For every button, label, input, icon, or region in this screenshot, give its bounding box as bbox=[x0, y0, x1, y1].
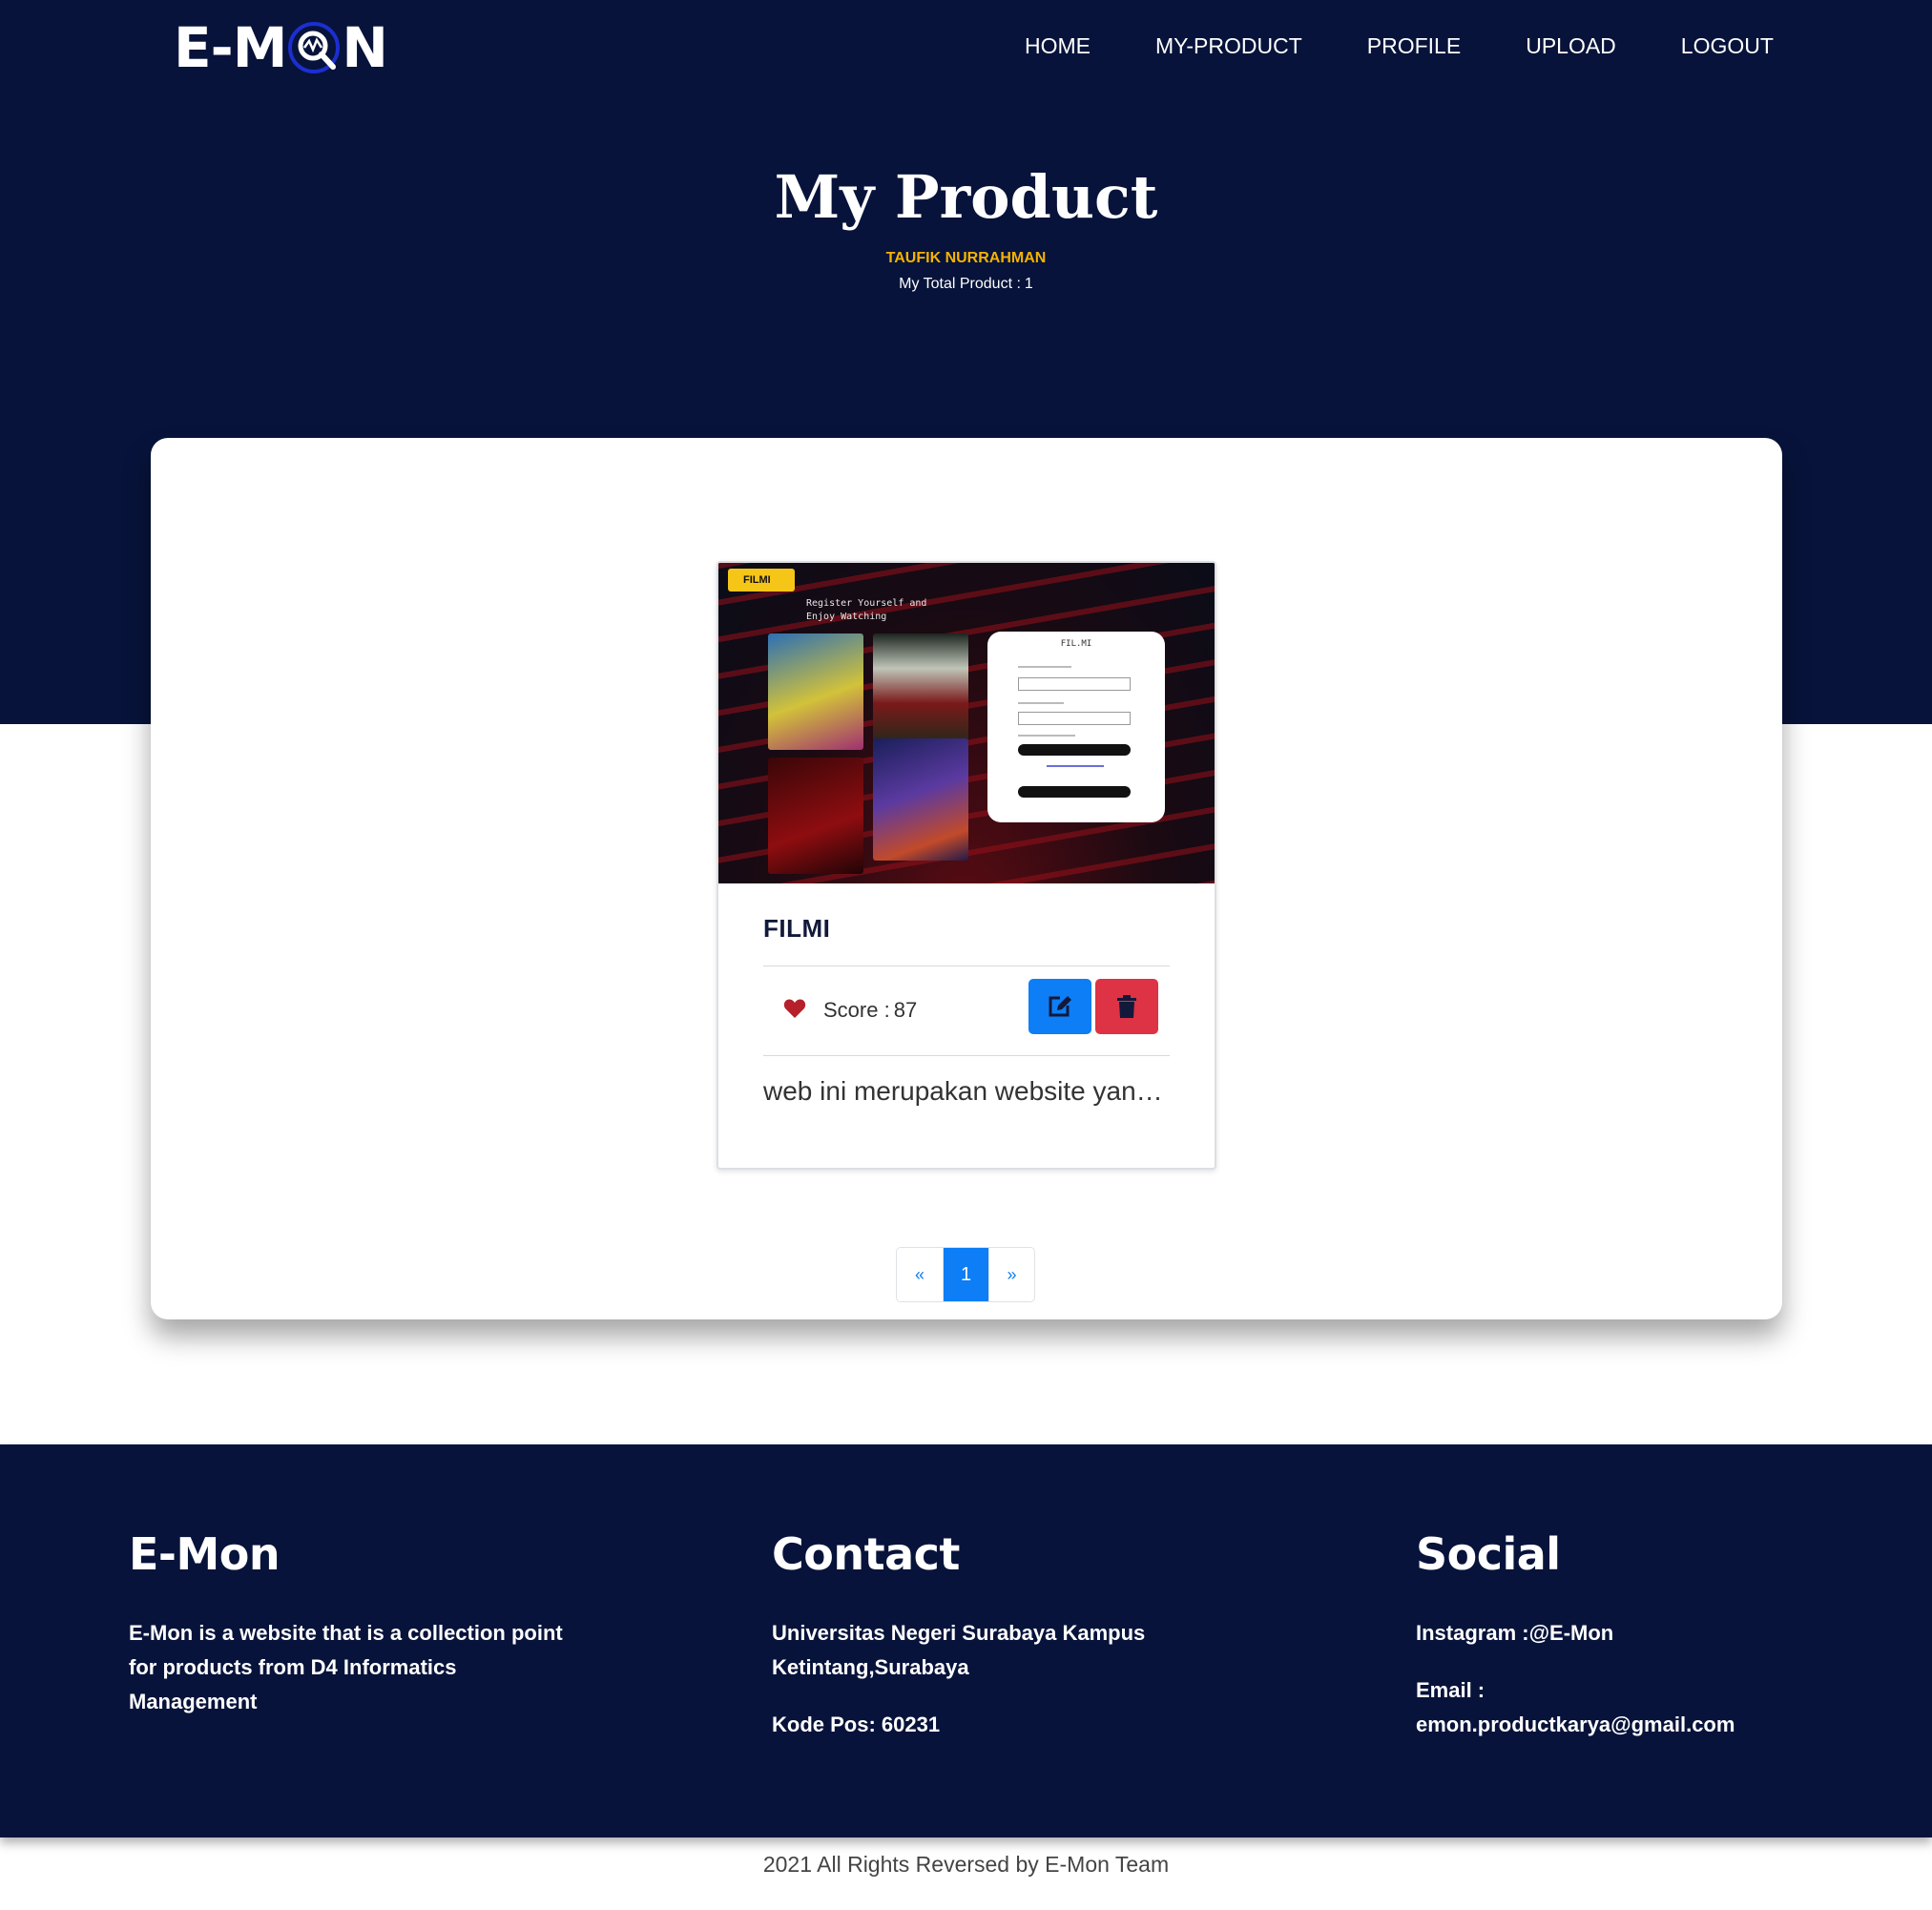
divider bbox=[763, 1055, 1170, 1056]
logo[interactable]: E-M N bbox=[174, 15, 388, 80]
form-link-line bbox=[1047, 765, 1104, 767]
nav-profile[interactable]: PROFILE bbox=[1335, 29, 1493, 63]
divider bbox=[763, 965, 1170, 966]
pagination-page-1[interactable]: 1 bbox=[943, 1248, 988, 1301]
total-label: My Total Product : bbox=[899, 276, 1021, 292]
movie-poster bbox=[768, 633, 863, 750]
thumbnail-tagline: Register Yourself and Enjoy Watching bbox=[806, 598, 927, 622]
pagination-prev[interactable]: « bbox=[897, 1248, 943, 1301]
logo-text-left: E-M bbox=[174, 15, 287, 80]
delete-button[interactable] bbox=[1095, 979, 1158, 1034]
footer-contact-heading: Contact bbox=[772, 1528, 960, 1580]
nav-home[interactable]: HOME bbox=[992, 29, 1123, 63]
form-button bbox=[1018, 744, 1131, 756]
form-field bbox=[1018, 677, 1131, 691]
footer-postal-code: Kode Pos: 60231 bbox=[772, 1713, 941, 1736]
main-nav: HOME MY-PRODUCT PROFILE UPLOAD LOGOUT bbox=[992, 29, 1806, 63]
footer-about-heading: E-Mon bbox=[129, 1528, 280, 1580]
product-card: FILMI Register Yourself and Enjoy Watchi… bbox=[717, 561, 1216, 1170]
product-description: web ini merupakan website yan… bbox=[763, 1076, 1163, 1106]
footer-address: Universitas Negeri Surabaya Kampus Ketin… bbox=[772, 1621, 1146, 1679]
score-label: Score : bbox=[823, 998, 890, 1022]
footer-social-heading: Social bbox=[1416, 1528, 1561, 1580]
footer-email-link[interactable]: emon.productkarya@gmail.com bbox=[1416, 1713, 1735, 1736]
footer-instagram[interactable]: Instagram :@E-Mon bbox=[1416, 1616, 1874, 1650]
thumbnail-brand: FILMI bbox=[728, 569, 795, 592]
nav-my-product[interactable]: MY-PRODUCT bbox=[1123, 29, 1335, 63]
footer-email: Email : emon.productkarya@gmail.com bbox=[1416, 1673, 1874, 1742]
total-value: 1 bbox=[1024, 276, 1033, 292]
thumbnail-login-form: FIL.MI bbox=[987, 632, 1165, 822]
owner-name: TAUFIK NURRAHMAN bbox=[885, 250, 1047, 266]
score-value: 87 bbox=[893, 998, 918, 1022]
login-form-title: FIL.MI bbox=[1060, 639, 1092, 649]
form-button bbox=[1018, 786, 1131, 798]
edit-icon bbox=[1049, 996, 1071, 1017]
product-thumbnail[interactable]: FILMI Register Yourself and Enjoy Watchi… bbox=[718, 563, 1215, 883]
copyright: 2021 All Rights Reversed by E-Mon Team bbox=[762, 1852, 1170, 1877]
product-name[interactable]: FILMI bbox=[763, 914, 830, 944]
nav-upload[interactable]: UPLOAD bbox=[1493, 29, 1649, 63]
total-products: My Total Product :1 bbox=[0, 276, 1932, 293]
trash-icon bbox=[1117, 995, 1136, 1018]
footer: E-Mon E-Mon is a website that is a colle… bbox=[0, 1444, 1932, 1837]
footer-email-label: Email : bbox=[1416, 1678, 1485, 1702]
logo-text-right: N bbox=[342, 15, 388, 80]
form-field bbox=[1018, 712, 1131, 725]
pagination-next[interactable]: » bbox=[988, 1248, 1034, 1301]
form-label-line bbox=[1018, 702, 1064, 704]
heart-icon bbox=[783, 999, 806, 1018]
form-label-line bbox=[1018, 666, 1071, 668]
edit-button[interactable] bbox=[1028, 979, 1091, 1034]
nav-logout[interactable]: LOGOUT bbox=[1649, 29, 1806, 63]
movie-poster bbox=[873, 633, 968, 750]
movie-poster bbox=[873, 738, 968, 861]
logo-emblem-icon bbox=[288, 22, 341, 73]
footer-about: E-Mon E-Mon is a website that is a colle… bbox=[129, 1528, 568, 1742]
score: Score :87 bbox=[823, 998, 917, 1023]
form-label-line bbox=[1018, 735, 1075, 737]
page-title: My Product bbox=[774, 162, 1158, 232]
footer-about-text: E-Mon is a website that is a collection … bbox=[129, 1621, 563, 1713]
footer-social: Social Instagram :@E-Mon Email : emon.pr… bbox=[1416, 1528, 1874, 1765]
movie-poster bbox=[768, 758, 863, 874]
footer-contact: Contact Universitas Negeri Surabaya Kamp… bbox=[772, 1528, 1211, 1765]
pagination: « 1 » bbox=[896, 1247, 1035, 1302]
